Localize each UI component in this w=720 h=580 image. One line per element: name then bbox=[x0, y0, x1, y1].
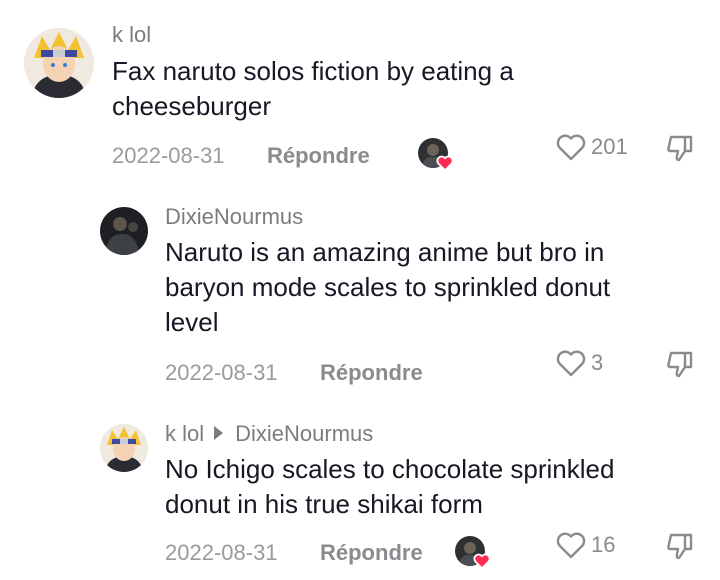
reply-to-arrow-icon bbox=[214, 426, 224, 440]
heart-icon bbox=[473, 553, 491, 570]
comment-username[interactable]: k lol bbox=[112, 22, 151, 48]
creator-liked-badge bbox=[418, 138, 454, 172]
comment-text-line: level bbox=[165, 307, 219, 337]
comment-text-line: Naruto is an amazing anime but bro in bbox=[165, 237, 605, 267]
comment-text: No Ichigo scales to chocolate sprinkled … bbox=[165, 452, 614, 522]
comment-text-line: No Ichigo scales to chocolate sprinkled bbox=[165, 454, 615, 484]
like-count: 16 bbox=[591, 532, 616, 557]
dislike-icon[interactable] bbox=[664, 530, 696, 562]
like-button[interactable]: 3 bbox=[555, 348, 603, 378]
comment-date: 2022-08-31 bbox=[165, 540, 278, 565]
reply-comment: k lol DixieNourmus No Ichigo scales to ch… bbox=[0, 412, 720, 580]
avatar[interactable] bbox=[100, 207, 148, 255]
comment-text: Fax naruto solos fiction by eating a che… bbox=[112, 54, 514, 124]
reply-to-username[interactable]: DixieNourmus bbox=[235, 421, 373, 446]
reply-button[interactable]: Répondre bbox=[320, 360, 423, 386]
like-button[interactable]: 201 bbox=[555, 132, 628, 162]
avatar[interactable] bbox=[24, 28, 94, 98]
comment-text: Naruto is an amazing anime but bro in ba… bbox=[165, 235, 610, 340]
heart-outline-icon bbox=[556, 134, 586, 161]
comment-date: 2022-08-31 bbox=[112, 143, 225, 168]
reply-button[interactable]: Répondre bbox=[267, 143, 370, 169]
dislike-icon[interactable] bbox=[664, 348, 696, 380]
avatar[interactable] bbox=[100, 424, 148, 472]
like-count: 201 bbox=[591, 134, 628, 159]
heart-outline-icon bbox=[556, 350, 586, 377]
comment-username[interactable]: DixieNourmus bbox=[165, 204, 303, 230]
reply-button[interactable]: Répondre bbox=[320, 540, 423, 566]
comment-text-line: baryon mode scales to sprinkled donut bbox=[165, 272, 611, 302]
comment-text-line: Fax naruto solos fiction by eating a bbox=[112, 56, 514, 86]
comment-username[interactable]: k lol bbox=[165, 421, 204, 446]
heart-icon bbox=[436, 155, 454, 172]
heart-outline-icon bbox=[556, 532, 586, 559]
dislike-icon[interactable] bbox=[664, 132, 696, 164]
comment-username-row: k lol DixieNourmus bbox=[165, 421, 373, 447]
comment: k lol Fax naruto solos fiction by eating… bbox=[0, 0, 720, 180]
comment-text-line: donut in his true shikai form bbox=[165, 489, 483, 519]
like-count: 3 bbox=[591, 350, 604, 375]
comment-date: 2022-08-31 bbox=[165, 360, 278, 385]
creator-liked-badge bbox=[455, 536, 491, 570]
like-button[interactable]: 16 bbox=[555, 530, 615, 560]
reply-comment: DixieNourmus Naruto is an amazing anime … bbox=[0, 195, 720, 395]
comment-text-line: cheeseburger bbox=[112, 91, 271, 121]
